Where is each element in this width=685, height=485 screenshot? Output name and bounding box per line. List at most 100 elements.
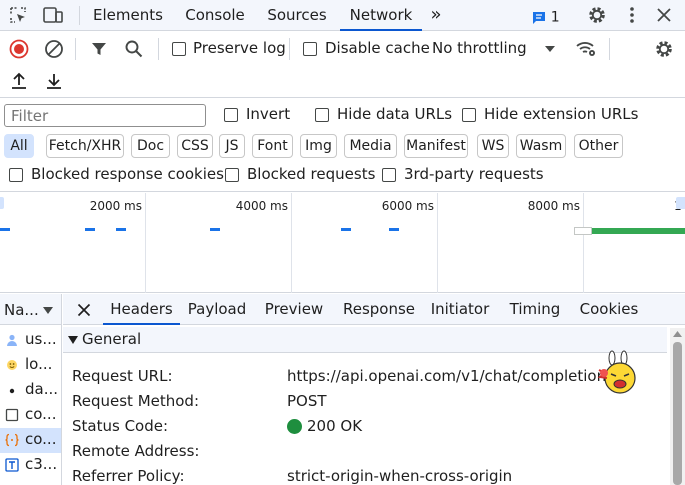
tick-label-8000: 8000 ms [527,199,580,213]
request-name: co... [25,430,57,448]
name-column-header[interactable]: Na... [0,294,61,325]
chip-img[interactable]: Img [300,134,337,158]
status-ok-dot-icon [287,419,302,434]
issues-message-icon [533,11,545,24]
request-method-key: Request Method: [72,392,200,410]
chip-doc[interactable]: Doc [131,134,170,158]
chip-font[interactable]: Font [252,134,293,158]
export-har-download-icon[interactable] [42,69,66,93]
network-overview-timeline[interactable]: 2000 ms 4000 ms 6000 ms 8000 ms 1 [0,193,685,293]
blocked-requests-checkbox[interactable] [225,168,239,182]
request-url-key: Request URL: [72,367,173,385]
chevron-down-icon [545,46,555,52]
hide-data-urls-label: Hide data URLs [337,105,453,123]
clear-icon[interactable] [42,37,66,61]
third-party-requests-checkbox[interactable] [382,168,396,182]
blocked-response-cookies-checkbox[interactable] [9,168,23,182]
tab-cookies[interactable]: Cookies [574,294,644,325]
invert-label: Invert [246,105,291,123]
triangle-expanded-icon [68,336,78,344]
divider [79,6,80,25]
grid-line [291,193,292,293]
network-settings-gear-icon[interactable] [652,37,676,61]
list-item[interactable]: lo... [0,353,61,378]
chip-other[interactable]: Other [574,134,623,158]
chip-js[interactable]: JS [219,134,245,158]
user-icon [7,334,17,346]
divider [609,38,610,60]
request-method-value: POST [287,392,327,410]
throttling-select[interactable]: No throttling [432,36,562,62]
chip-wasm[interactable]: Wasm [516,134,566,158]
divider [75,38,76,60]
referrer-policy-value: strict-origin-when-cross-origin [287,467,513,485]
tab-elements[interactable]: Elements [88,0,168,31]
hide-extension-urls-checkbox[interactable] [462,108,476,122]
record-stop-icon[interactable] [7,37,31,61]
status-code-key: Status Code: [72,417,169,435]
overview-right-handle[interactable] [676,197,685,209]
request-bar [85,228,95,231]
sort-triangle-icon [43,307,53,314]
more-tabs-icon[interactable]: » [424,0,448,31]
chip-ws[interactable]: WS [477,134,509,158]
grid-line [145,193,146,293]
grid-line [437,193,438,293]
disable-cache-checkbox[interactable] [303,42,317,56]
invert-checkbox[interactable] [224,108,238,122]
network-conditions-icon[interactable] [574,37,598,61]
divider [289,38,290,60]
tab-preview[interactable]: Preview [259,294,329,325]
tick-label-2000: 2000 ms [89,199,142,213]
tab-headers[interactable]: Headers [103,294,180,325]
chip-css[interactable]: CSS [177,134,213,158]
request-name: co... [25,405,57,423]
list-item[interactable]: us... [0,328,61,353]
detail-scrollbar[interactable] [670,328,685,485]
tick-label-6000: 6000 ms [381,199,434,213]
request-bar [210,228,220,231]
scroll-up-arrow-icon[interactable] [673,331,682,337]
device-toolbar-icon[interactable] [41,3,65,27]
close-devtools-icon[interactable] [652,3,676,27]
more-options-icon[interactable] [620,3,644,27]
search-icon[interactable] [122,37,146,61]
inspect-element-icon[interactable] [6,3,30,27]
xhr-braces-icon [5,433,19,447]
grid-line [583,193,584,293]
tab-console[interactable]: Console [177,0,253,31]
general-section-title: General [82,330,142,348]
image-icon [7,360,17,370]
tab-sources[interactable]: Sources [262,0,332,31]
general-section-header[interactable]: General [63,327,667,353]
list-item[interactable]: da... [0,378,61,403]
request-bar [389,228,399,231]
filter-input[interactable] [4,104,206,127]
list-item[interactable]: co... [0,403,61,428]
list-item[interactable]: c3... [0,453,61,478]
chip-fetch-xhr[interactable]: Fetch/XHR [46,134,124,158]
blank-doc-icon [5,408,19,422]
tab-network[interactable]: Network [340,0,422,31]
divider [158,38,159,60]
request-bar [0,228,10,231]
list-item-selected[interactable]: co... [0,428,61,453]
import-har-upload-icon[interactable] [7,69,31,93]
close-detail-icon[interactable] [72,298,96,322]
hide-data-urls-checkbox[interactable] [315,108,329,122]
settings-gear-icon[interactable] [585,3,609,27]
chip-manifest[interactable]: Manifest [404,134,468,158]
filter-funnel-icon[interactable] [87,37,111,61]
issues-counter[interactable]: 1 [532,8,560,26]
chip-all[interactable]: All [4,134,34,158]
tab-timing[interactable]: Timing [504,294,566,325]
blocked-response-cookies-label: Blocked response cookies [31,165,224,183]
tab-initiator[interactable]: Initiator [425,294,495,325]
scrollbar-thumb[interactable] [673,342,682,485]
chip-media[interactable]: Media [344,134,397,158]
overview-left-handle[interactable] [0,197,4,209]
tab-response[interactable]: Response [338,294,420,325]
request-bar-waiting [574,227,592,235]
preserve-log-checkbox[interactable] [172,42,186,56]
tab-payload[interactable]: Payload [183,294,251,325]
